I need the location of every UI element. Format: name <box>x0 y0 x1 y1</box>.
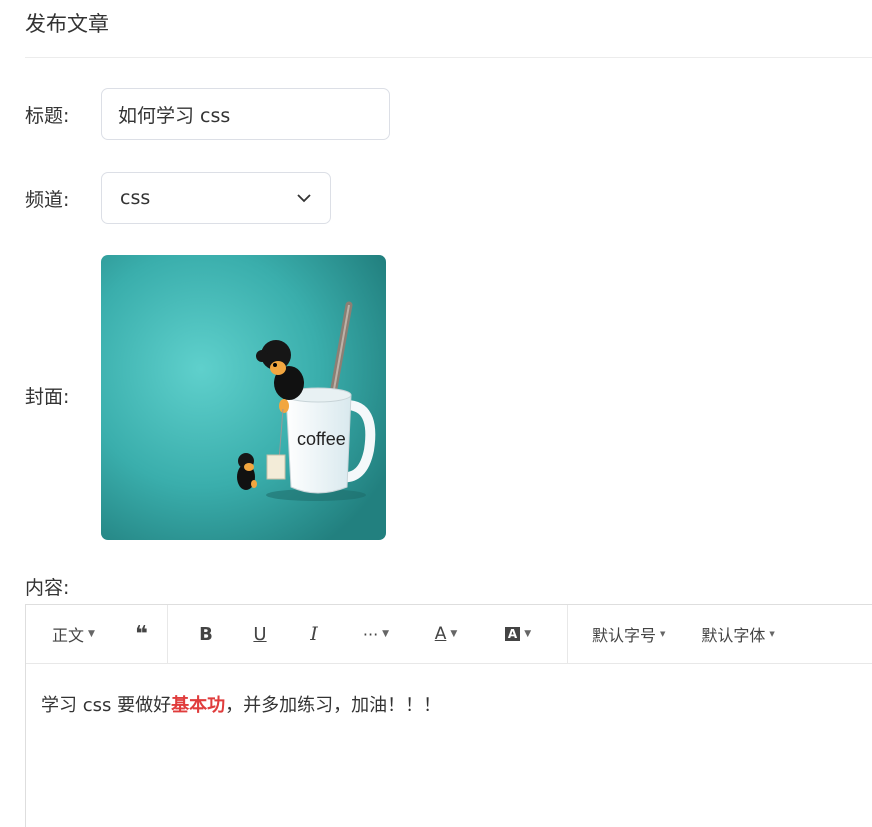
rich-text-editor: 正文 ▼ ❝ B U I ··· ▼ A ▼ A ▼ 默认字号 ▼ 默认字体 ▼… <box>25 604 872 827</box>
italic-button[interactable]: I <box>304 605 324 663</box>
font-size-select[interactable]: 默认字号 ▼ <box>592 605 665 663</box>
title-input-value: 如何学习 css <box>118 104 231 127</box>
channel-select-value: css <box>120 187 151 209</box>
font-color-icon: A <box>434 624 447 644</box>
content-text-before: 学习 css 要做好 <box>41 695 172 716</box>
caret-down-icon: ▼ <box>769 630 775 638</box>
channel-label: 频道: <box>25 189 70 211</box>
background-color-icon: A <box>504 627 521 641</box>
underline-button[interactable]: U <box>250 605 270 663</box>
cover-mug-text: coffee <box>297 429 346 449</box>
more-options-icon: ··· <box>362 624 379 644</box>
paragraph-style-label: 正文 <box>52 626 85 645</box>
publish-article-page: 发布文章 标题: 如何学习 css 频道: css 封面: coffee 内容:… <box>0 0 872 827</box>
header-divider <box>25 57 872 58</box>
chevron-down-icon <box>297 194 311 203</box>
cover-image[interactable]: coffee <box>101 255 386 540</box>
caret-down-icon: ▼ <box>88 629 95 639</box>
paragraph-style-button[interactable]: 正文 ▼ <box>52 605 95 663</box>
title-label: 标题: <box>25 105 70 127</box>
caret-down-icon: ▼ <box>524 629 532 639</box>
more-options-button[interactable]: ··· ▼ <box>356 605 396 663</box>
editor-content[interactable]: 学习 css 要做好基本功，并多加练习，加油！！！ <box>41 691 441 717</box>
title-input[interactable]: 如何学习 css <box>101 88 390 140</box>
font-family-label: 默认字体 <box>701 626 766 645</box>
caret-down-icon: ▼ <box>450 629 458 639</box>
caret-down-icon: ▼ <box>382 629 390 639</box>
content-text-after: ，并多加练习，加油！！！ <box>225 695 442 716</box>
background-color-button[interactable]: A ▼ <box>500 605 536 663</box>
font-size-label: 默认字号 <box>592 626 657 645</box>
quote-icon[interactable]: ❝ <box>135 605 148 663</box>
channel-select[interactable]: css <box>101 172 331 224</box>
caret-down-icon: ▼ <box>660 630 666 638</box>
cover-label: 封面: <box>25 386 70 408</box>
page-title: 发布文章 <box>25 12 109 36</box>
bold-button[interactable]: B <box>196 605 216 663</box>
content-label: 内容: <box>25 577 70 599</box>
font-family-select[interactable]: 默认字体 ▼ <box>701 605 774 663</box>
editor-toolbar: 正文 ▼ ❝ B U I ··· ▼ A ▼ A ▼ 默认字号 ▼ 默认字体 ▼ <box>26 605 872 664</box>
content-text-highlight: 基本功 <box>171 695 226 716</box>
font-color-button[interactable]: A ▼ <box>428 605 464 663</box>
